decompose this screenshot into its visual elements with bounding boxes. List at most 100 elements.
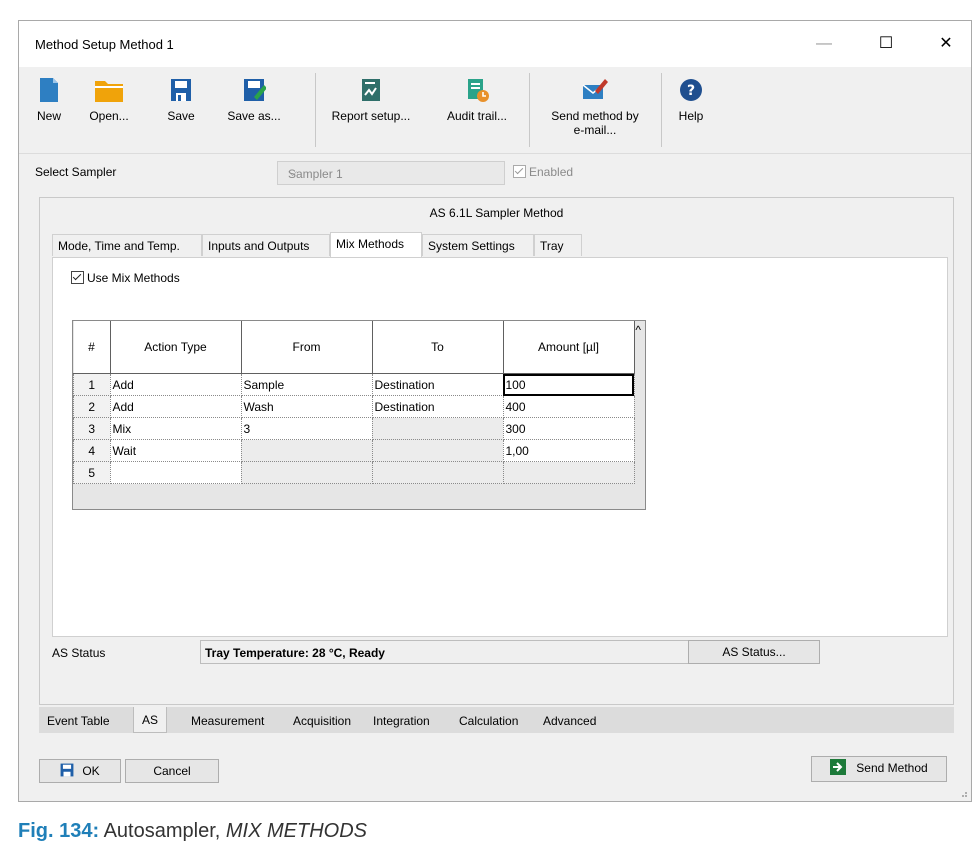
bottom-tabs: Event Table AS Measurement Acquisition I… xyxy=(39,707,954,733)
figure-caption: Fig. 134: Autosampler, MIX METHODS xyxy=(18,820,367,843)
send-method-label: Send Method xyxy=(856,761,928,775)
use-mix-methods-checkbox[interactable]: Use Mix Methods xyxy=(71,271,180,285)
folder-icon xyxy=(95,81,123,102)
tab-mode-time-temp[interactable]: Mode, Time and Temp. xyxy=(52,234,202,256)
help-button[interactable]: ? Help xyxy=(671,73,711,147)
audit-trail-icon xyxy=(468,79,489,102)
cell-from[interactable]: Wash xyxy=(240,395,373,418)
enabled-checkbox[interactable]: Enabled xyxy=(513,165,573,179)
help-icon: ? xyxy=(680,79,702,101)
resize-grip-icon[interactable] xyxy=(958,788,968,798)
as-status-field: Tray Temperature: 28 °C, Ready xyxy=(200,640,706,664)
caption-text: Autosampler, xyxy=(103,820,221,842)
row-number: 1 xyxy=(73,373,111,396)
row-number: 5 xyxy=(73,461,111,484)
cell-from[interactable]: Sample xyxy=(240,373,373,396)
ok-label: OK xyxy=(82,764,100,778)
send-arrow-icon xyxy=(830,759,847,775)
save-icon xyxy=(60,763,74,777)
tab-mix-methods[interactable]: Mix Methods xyxy=(330,232,422,257)
tab-system-settings[interactable]: System Settings xyxy=(422,234,534,256)
cell-amount[interactable]: 100 xyxy=(502,373,635,396)
caption-figure-number: Fig. 134: xyxy=(18,820,100,842)
tab-inputs-outputs[interactable]: Inputs and Outputs xyxy=(202,234,330,256)
enabled-label: Enabled xyxy=(529,165,574,179)
col-header-amount: Amount [µl] xyxy=(503,321,635,374)
cell-to[interactable]: Destination xyxy=(371,373,504,396)
cell-amount xyxy=(502,461,635,484)
audit-trail-button[interactable]: Audit trail... xyxy=(435,73,519,147)
save-label: Save xyxy=(167,109,195,123)
cell-to[interactable]: Destination xyxy=(371,395,504,418)
checkbox-icon xyxy=(513,165,526,178)
table-row[interactable]: 5 xyxy=(73,461,635,484)
cell-from[interactable]: 3 xyxy=(240,417,373,440)
save-icon xyxy=(171,79,191,101)
table-header-row: # Action Type From To Amount [µl] xyxy=(73,321,635,374)
caption-italic: MIX METHODS xyxy=(225,820,368,842)
help-label: Help xyxy=(678,109,704,123)
new-button[interactable]: New xyxy=(31,73,67,147)
cell-action-type[interactable]: Mix xyxy=(109,417,242,440)
table-row[interactable]: 4 Wait 1,00 xyxy=(73,439,635,462)
tab-event-table[interactable]: Event Table xyxy=(47,710,110,732)
mix-table: # Action Type From To Amount [µl] 1 Add … xyxy=(73,321,635,484)
cancel-button[interactable]: Cancel xyxy=(125,759,219,783)
toolbar-separator xyxy=(315,73,316,147)
tab-advanced[interactable]: Advanced xyxy=(543,710,596,732)
row-number: 3 xyxy=(73,417,111,440)
open-button[interactable]: Open... xyxy=(79,73,139,147)
select-sampler-label: Select Sampler xyxy=(35,165,117,179)
open-label: Open... xyxy=(89,109,129,123)
as-status-button[interactable]: AS Status... xyxy=(688,640,820,664)
tab-measurement[interactable]: Measurement xyxy=(191,710,264,732)
mix-methods-table[interactable]: # Action Type From To Amount [µl] 1 Add … xyxy=(72,320,646,510)
save-as-label: Save as... xyxy=(227,109,281,123)
cell-amount[interactable]: 400 xyxy=(502,395,635,418)
report-setup-button[interactable]: Report setup... xyxy=(319,73,423,147)
tab-integration[interactable]: Integration xyxy=(373,710,430,732)
toolbar: New Open... Save Save as... Report setup… xyxy=(19,67,971,154)
tab-tray[interactable]: Tray xyxy=(534,234,582,256)
maximize-button[interactable]: ☐ xyxy=(871,31,901,57)
cell-from xyxy=(240,461,373,484)
cell-amount[interactable]: 300 xyxy=(502,417,635,440)
table-row[interactable]: 3 Mix 3 300 xyxy=(73,417,635,440)
cell-action-type[interactable]: Add xyxy=(109,373,242,396)
new-label: New xyxy=(36,109,61,123)
new-document-icon xyxy=(40,78,58,102)
tab-as[interactable]: AS xyxy=(133,707,168,733)
cell-action-type[interactable]: Add xyxy=(109,395,242,418)
tab-calculation[interactable]: Calculation xyxy=(459,710,518,732)
minimize-button[interactable]: — xyxy=(809,31,839,57)
cell-amount[interactable]: 1,00 xyxy=(502,439,635,462)
send-method-email-button[interactable]: Send method by e-mail... xyxy=(535,73,655,147)
sampler-select[interactable]: Sampler 1 ⌵ xyxy=(277,161,505,185)
method-setup-window: Method Setup Method 1 — ☐ ✕ New Open... … xyxy=(18,20,972,802)
scroll-up-icon[interactable]: ^ xyxy=(635,323,641,337)
panel-title: AS 6.1L Sampler Method xyxy=(429,206,564,220)
close-button[interactable]: ✕ xyxy=(931,31,961,57)
as-status-text: Tray Temperature: 28 °C, Ready xyxy=(205,646,385,660)
save-button[interactable]: Save xyxy=(161,73,201,147)
window-title: Method Setup Method 1 xyxy=(35,37,174,52)
email-icon xyxy=(582,79,608,99)
ok-button[interactable]: OK xyxy=(39,759,121,783)
cell-to xyxy=(371,417,504,440)
report-setup-label: Report setup... xyxy=(331,109,411,123)
cell-action-type[interactable] xyxy=(109,461,242,484)
send-method-button[interactable]: Send Method xyxy=(811,756,947,782)
tab-acquisition[interactable]: Acquisition xyxy=(293,710,351,732)
col-header-action-type: Action Type xyxy=(110,321,242,374)
checkbox-icon xyxy=(71,271,84,284)
send-method-label-2: e-mail... xyxy=(573,123,617,137)
row-number: 2 xyxy=(73,395,111,418)
table-row[interactable]: 2 Add Wash Destination 400 xyxy=(73,395,635,418)
cell-action-type[interactable]: Wait xyxy=(109,439,242,462)
report-icon xyxy=(362,79,380,101)
audit-trail-label: Audit trail... xyxy=(446,109,508,123)
table-row[interactable]: 1 Add Sample Destination 100 xyxy=(73,373,635,396)
save-as-button[interactable]: Save as... xyxy=(219,73,289,147)
col-header-to: To xyxy=(372,321,504,374)
svg-text:?: ? xyxy=(687,83,695,99)
